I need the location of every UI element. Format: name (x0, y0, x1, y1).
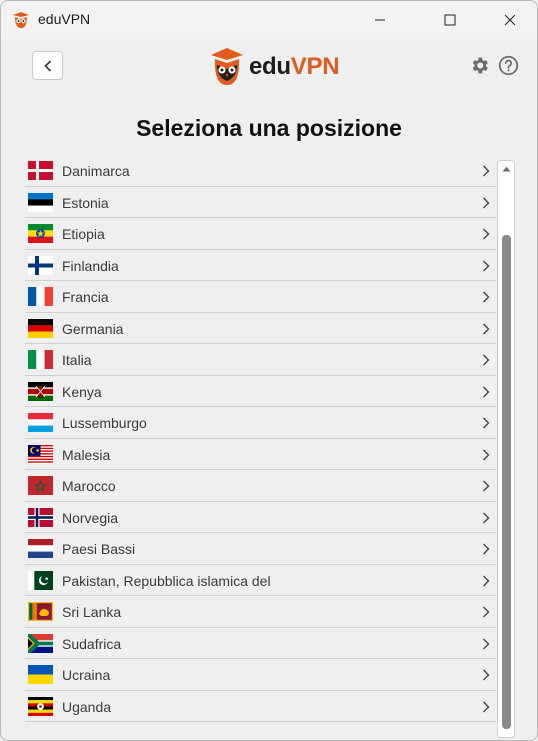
chevron-right-icon (483, 354, 490, 366)
window-title: eduVPN (38, 11, 91, 27)
flag-fi-icon (28, 255, 53, 275)
location-row-lu[interactable]: Lussemburgo (25, 407, 496, 439)
location-row-ug[interactable]: Uganda (25, 691, 496, 722)
logo-prefix: edu (249, 53, 291, 80)
chevron-right-icon (483, 386, 490, 397)
scrollbar[interactable] (497, 160, 515, 738)
flag-it-icon (28, 350, 53, 369)
maximize-button[interactable] (427, 1, 473, 39)
location-name: Italia (62, 352, 92, 368)
location-row-ma[interactable]: Marocco (25, 470, 496, 502)
location-name: Danimarca (62, 163, 130, 179)
chevron-right-icon (483, 480, 490, 492)
location-row-ee[interactable]: Estonia (25, 187, 496, 218)
location-row-dk[interactable]: Danimarca (25, 155, 496, 187)
eduvpn-owl-icon (13, 12, 29, 28)
location-row-ke[interactable]: Kenya (25, 376, 496, 407)
location-name: Pakistan, Repubblica islamica del (62, 572, 271, 589)
page-title: Seleziona una posizione (136, 115, 402, 141)
chevron-right-icon (483, 512, 490, 523)
flag-ke-icon (28, 381, 53, 401)
flag-de-icon (28, 318, 53, 338)
location-row-fr[interactable]: Francia (25, 281, 496, 313)
flag-pk-icon (28, 570, 53, 590)
location-row-lk[interactable]: Sri Lanka (25, 596, 496, 628)
app-window: eduVPN eduVPN Seleziona una posizione Da… (0, 0, 538, 741)
flag-fr-icon (28, 287, 53, 306)
flag-lk-icon (28, 602, 53, 621)
logo-suffix: VPN (290, 53, 340, 80)
chevron-right-icon (483, 291, 490, 303)
back-button[interactable] (32, 51, 63, 80)
location-row-et[interactable]: Etiopia (25, 218, 496, 250)
eduvpn-logo: eduVPN (209, 47, 340, 87)
location-name: Sri Lanka (62, 604, 122, 620)
chevron-right-icon (483, 606, 490, 618)
chevron-right-icon (483, 575, 490, 586)
location-name: Uganda (62, 698, 112, 715)
chevron-right-icon (483, 669, 490, 681)
flag-dk-icon (28, 161, 53, 180)
location-row-my[interactable]: Malesia (25, 439, 496, 470)
flag-my-icon (28, 444, 53, 464)
location-name: Ucraina (62, 667, 111, 683)
chevron-right-icon (483, 449, 490, 460)
location-row-ua[interactable]: Ucraina (25, 659, 496, 691)
location-row-de[interactable]: Germania (25, 313, 496, 344)
flag-ee-icon (28, 192, 53, 212)
location-name: Sudafrica (62, 635, 122, 652)
flag-ma-icon (28, 476, 53, 495)
location-row-nl[interactable]: Paesi Bassi (25, 533, 496, 565)
scroll-up-icon[interactable] (502, 166, 511, 172)
close-icon (504, 14, 516, 26)
location-row-it[interactable]: Italia (25, 344, 496, 376)
chevron-right-icon (483, 197, 490, 208)
flag-et-icon (28, 224, 53, 243)
flag-ua-icon (28, 665, 53, 684)
location-name: Germania (62, 320, 124, 337)
flag-no-icon (28, 507, 53, 527)
flag-za-icon (28, 633, 53, 653)
flag-nl-icon (28, 539, 53, 558)
location-row-no[interactable]: Norvegia (25, 502, 496, 533)
chevron-right-icon (483, 165, 490, 177)
owl-logo-icon (211, 48, 243, 85)
location-name: Lussemburgo (62, 415, 147, 431)
flag-lu-icon (28, 413, 53, 432)
location-name: Norvegia (62, 509, 119, 526)
chevron-right-icon (483, 228, 490, 240)
chevron-right-icon (483, 323, 490, 334)
chevron-right-icon (483, 260, 490, 271)
minimize-button[interactable] (357, 1, 403, 39)
location-name: Francia (62, 289, 109, 305)
location-name: Finlandia (62, 257, 119, 274)
location-list: Danimarca Estonia Etiopia Finlandia Francia G… (25, 155, 496, 740)
location-name: Kenya (62, 383, 102, 400)
location-name: Paesi Bassi (62, 541, 136, 557)
flag-ug-icon (28, 696, 53, 716)
close-button[interactable] (487, 1, 533, 39)
gear-icon[interactable] (469, 55, 490, 76)
chevron-right-icon (483, 543, 490, 555)
minimize-icon (375, 19, 385, 21)
location-name: Marocco (62, 478, 116, 494)
help-icon[interactable] (498, 55, 519, 76)
chevron-left-icon (43, 59, 51, 72)
chevron-right-icon (483, 638, 490, 649)
title-bar[interactable]: eduVPN (1, 1, 537, 39)
location-name: Estonia (62, 194, 109, 211)
location-name: Malesia (62, 446, 111, 463)
location-row-za[interactable]: Sudafrica (25, 628, 496, 659)
app-header: eduVPN (1, 39, 537, 99)
chevron-right-icon (483, 701, 490, 712)
location-row-fi[interactable]: Finlandia (25, 250, 496, 281)
maximize-icon (444, 14, 456, 26)
location-row-pk[interactable]: Pakistan, Repubblica islamica del (25, 565, 496, 596)
scroll-thumb[interactable] (502, 235, 511, 729)
location-name: Etiopia (62, 226, 105, 242)
chevron-right-icon (483, 417, 490, 429)
